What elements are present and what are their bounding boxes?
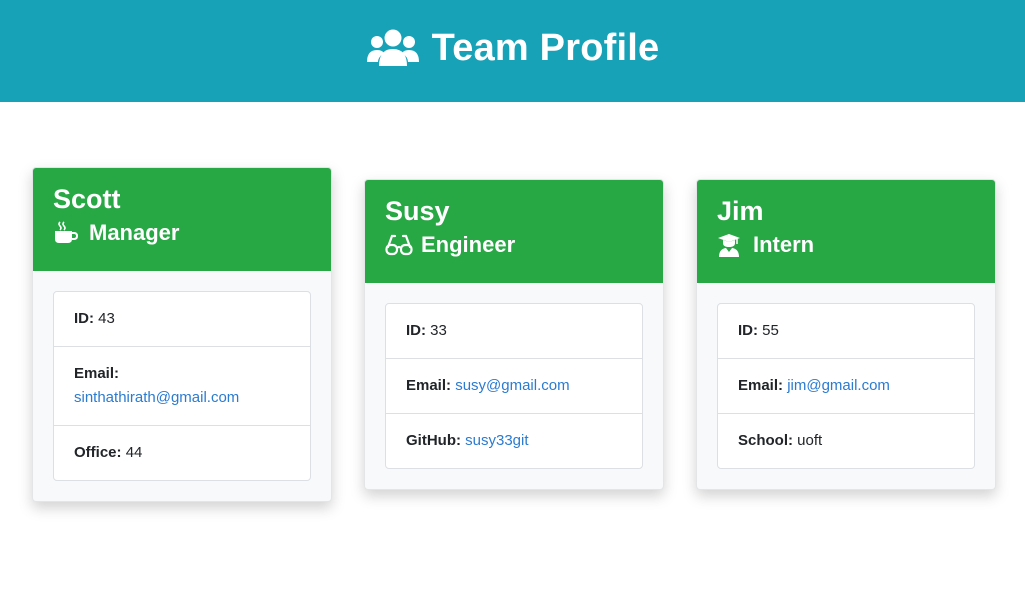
id-value: 33 [430,322,447,339]
page-header: Team Profile [0,0,1025,102]
employee-card-engineer: Susy Engineer ID: 33 Email: susy@gmail.c… [364,179,664,490]
school-row: School: uoft [718,414,974,468]
card-header: Susy Engineer [365,180,663,283]
employee-card-manager: Scott Manager ID: 43 Email: sinthathirat… [32,167,332,502]
id-value: 55 [762,322,779,339]
info-list: ID: 43 Email: sinthathirath@gmail.com Of… [53,291,311,481]
info-list: ID: 33 Email: susy@gmail.com GitHub: sus… [385,303,643,469]
employee-name: Susy [385,196,450,226]
email-label: Email: [74,365,120,382]
id-label: ID: [406,322,426,339]
employee-role: Intern [717,232,975,258]
email-link[interactable]: sinthathirath@gmail.com [74,389,239,406]
id-label: ID: [74,310,94,327]
email-row: Email: susy@gmail.com [386,359,642,414]
github-link[interactable]: susy33git [465,432,528,449]
graduate-icon [717,233,743,257]
card-body: ID: 43 Email: sinthathirath@gmail.com Of… [33,271,331,501]
office-label: Office: [74,444,122,461]
employee-role-label: Intern [753,232,815,257]
office-value: 44 [125,444,143,461]
email-label: Email: [738,377,784,394]
id-row: ID: 43 [54,292,310,347]
email-row: Email: jim@gmail.com [718,359,974,414]
email-row: Email: sinthathirath@gmail.com [54,347,310,426]
employee-role-label: Manager [89,220,180,245]
email-link[interactable]: susy@gmail.com [455,377,569,394]
id-label: ID: [738,322,758,339]
page-title: Team Profile [431,26,660,69]
email-label: Email: [406,377,452,394]
glasses-icon [385,233,413,257]
id-row: ID: 55 [718,304,974,359]
github-row: GitHub: susy33git [386,414,642,468]
employee-role-label: Engineer [421,232,516,257]
info-list: ID: 55 Email: jim@gmail.com School: uoft [717,303,975,469]
card-header: Jim Intern [697,180,995,283]
employee-name: Scott [53,184,121,214]
email-link[interactable]: jim@gmail.com [787,377,890,394]
employee-role: Engineer [385,232,643,258]
employee-name: Jim [717,196,764,226]
id-row: ID: 33 [386,304,642,359]
school-label: School: [738,432,793,449]
card-body: ID: 55 Email: jim@gmail.com School: uoft [697,283,995,489]
coffee-icon [53,221,79,245]
header-title-group: Team Profile [366,27,660,70]
card-header: Scott Manager [33,168,331,271]
users-icon [366,28,420,68]
id-value: 43 [98,310,115,327]
office-row: Office: 44 [54,426,310,480]
employee-card-intern: Jim Intern ID: 55 Email: jim@gmail.com S… [696,179,996,490]
card-body: ID: 33 Email: susy@gmail.com GitHub: sus… [365,283,663,489]
employee-role: Manager [53,220,311,246]
school-value: uoft [797,432,823,449]
github-label: GitHub: [406,432,461,449]
